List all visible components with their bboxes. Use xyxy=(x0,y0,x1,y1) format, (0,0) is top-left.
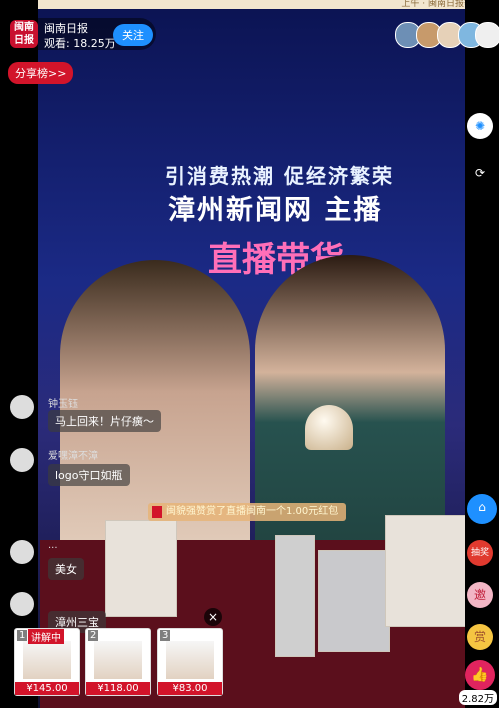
product-price: ¥83.00 xyxy=(158,682,222,695)
chat-avatar xyxy=(10,592,34,616)
like-button[interactable]: 👍 xyxy=(465,660,495,690)
red-envelope-icon xyxy=(152,506,162,518)
top-notice-bar: 上午 · 闽南日报举报会 xyxy=(0,0,499,9)
refresh-icon[interactable]: ⟳ xyxy=(467,160,493,186)
chat-avatar xyxy=(10,540,34,564)
product-price: ¥118.00 xyxy=(86,682,150,695)
product-index: 3 xyxy=(160,630,171,641)
lottery-button[interactable]: 抽奖 xyxy=(467,540,493,566)
share-rank-button[interactable]: 分享榜>> xyxy=(8,62,74,84)
invite-button[interactable]: 邀 xyxy=(467,582,493,608)
explaining-badge: 讲解中 xyxy=(28,629,64,644)
chat-username: ... xyxy=(48,540,58,551)
anchor-avatar[interactable]: 闽南 日报 xyxy=(10,20,38,48)
anchor-view-count: 观看: 18.25万 xyxy=(44,37,116,50)
product-index: 1 xyxy=(17,630,28,641)
product-box xyxy=(275,535,315,657)
close-icon[interactable]: × xyxy=(204,608,222,626)
reward-button[interactable]: 赏 xyxy=(467,624,493,650)
product-image xyxy=(94,641,142,679)
product-box xyxy=(385,515,467,627)
product-image xyxy=(23,641,71,679)
like-count: 2.82万 xyxy=(458,690,497,705)
chat-avatar xyxy=(10,395,34,419)
product-image xyxy=(166,641,214,679)
viewer-avatar[interactable] xyxy=(475,22,499,48)
anchor-name: 闽南日报 xyxy=(44,22,88,35)
product-card-3[interactable]: 3 ¥83.00 xyxy=(157,628,223,696)
cream-jar xyxy=(305,405,353,450)
gift-notification: 闽貌强赞赏了直播闽南一个1.00元红包 xyxy=(148,503,346,521)
chat-message: logo守口如瓶 xyxy=(48,464,130,486)
chat-avatar xyxy=(10,448,34,472)
product-index: 2 xyxy=(88,630,99,641)
follow-button[interactable]: 关注 xyxy=(113,24,153,46)
chat-message: 美女 xyxy=(48,558,84,580)
product-card-2[interactable]: 2 ¥118.00 xyxy=(85,628,151,696)
chat-username: 爱嘿漳不漳 xyxy=(48,451,98,462)
product-box xyxy=(318,550,390,652)
product-price: ¥145.00 xyxy=(15,682,79,695)
snowflake-icon[interactable]: ✺ xyxy=(467,113,493,139)
product-box xyxy=(105,520,177,617)
shop-icon[interactable]: ⌂ xyxy=(467,494,497,524)
stage-headline-2: 漳州新闻网 主播 xyxy=(168,195,383,226)
chat-message: 马上回来！片仔癀～ xyxy=(48,410,161,432)
stage-headline-1: 引消费热潮 促经济繁荣 xyxy=(165,164,394,188)
chat-username: 钟玉钰 xyxy=(48,399,78,410)
